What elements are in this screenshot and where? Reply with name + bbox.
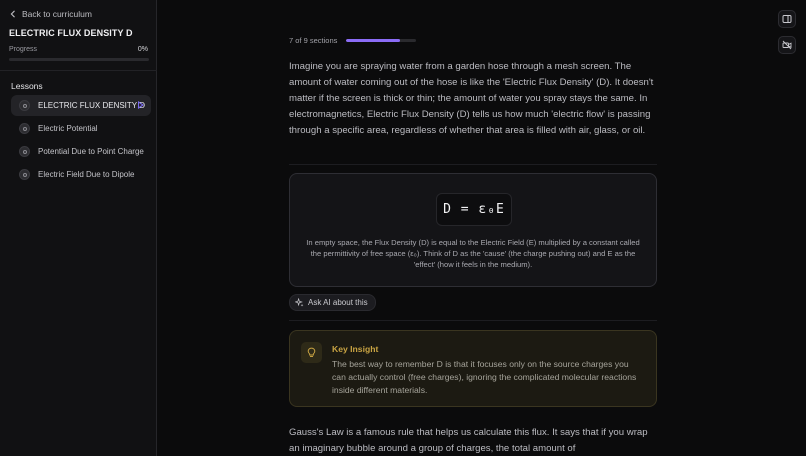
formula-card: D = ε₀E In empty space, the Flux Density…	[289, 173, 657, 287]
lesson-item-potential-point-charge[interactable]: Potential Due to Point Charge	[11, 141, 151, 162]
section-progress-fill	[346, 39, 401, 42]
video-toggle-button[interactable]	[778, 36, 796, 54]
lesson-status-icon	[19, 146, 30, 157]
ask-ai-label: Ask AI about this	[308, 298, 368, 307]
lesson-label: Electric Field Due to Dipole	[38, 170, 135, 179]
key-insight-callout: Key Insight The best way to remember D i…	[289, 330, 657, 407]
formula: D = ε₀E	[436, 193, 512, 226]
play-icon	[138, 101, 144, 109]
back-link-label: Back to curriculum	[22, 9, 92, 19]
divider	[289, 164, 657, 165]
back-to-curriculum-link[interactable]: Back to curriculum	[9, 9, 92, 19]
insight-body: The best way to remember D is that it fo…	[332, 359, 637, 395]
section-counter: 7 of 9 sections	[289, 36, 338, 45]
sidebar-divider	[0, 70, 157, 71]
section-progress-bar	[346, 39, 416, 42]
progress-label: Progress	[9, 46, 38, 53]
lessons-heading: Lessons	[11, 81, 43, 91]
course-title: ELECTRIC FLUX DENSITY D	[9, 28, 133, 38]
lesson-status-icon	[19, 123, 30, 134]
insight-title: Key Insight	[332, 344, 379, 354]
sparkle-icon	[295, 298, 304, 307]
video-off-icon	[782, 40, 792, 50]
course-progress-bar	[9, 58, 149, 61]
lesson-label: ELECTRIC FLUX DENSITY D	[38, 101, 145, 110]
lesson-label: Electric Potential	[38, 124, 98, 133]
intro-paragraph: Imagine you are spraying water from a ga…	[289, 61, 654, 136]
lesson-item-electric-potential[interactable]: Electric Potential	[11, 118, 151, 139]
ask-ai-button[interactable]: Ask AI about this	[289, 294, 376, 311]
lesson-status-icon	[19, 100, 30, 111]
lesson-item-electric-flux-density[interactable]: ELECTRIC FLUX DENSITY D	[11, 95, 151, 116]
lesson-status-icon	[19, 169, 30, 180]
sidebar: Back to curriculum ELECTRIC FLUX DENSITY…	[0, 0, 157, 456]
divider	[289, 320, 657, 321]
gauss-paragraph: Gauss's Law is a famous rule that helps …	[289, 427, 648, 454]
lesson-label: Potential Due to Point Charge	[38, 147, 144, 156]
formula-caption: In empty space, the Flux Density (D) is …	[306, 238, 640, 269]
toggle-panel-button[interactable]	[778, 10, 796, 28]
progress-percent: 0%	[137, 46, 148, 53]
lesson-item-field-due-to-dipole[interactable]: Electric Field Due to Dipole	[11, 164, 151, 185]
lightbulb-icon	[301, 342, 322, 363]
sidebar-toggle-icon	[782, 15, 792, 23]
chevron-left-icon	[10, 10, 15, 18]
